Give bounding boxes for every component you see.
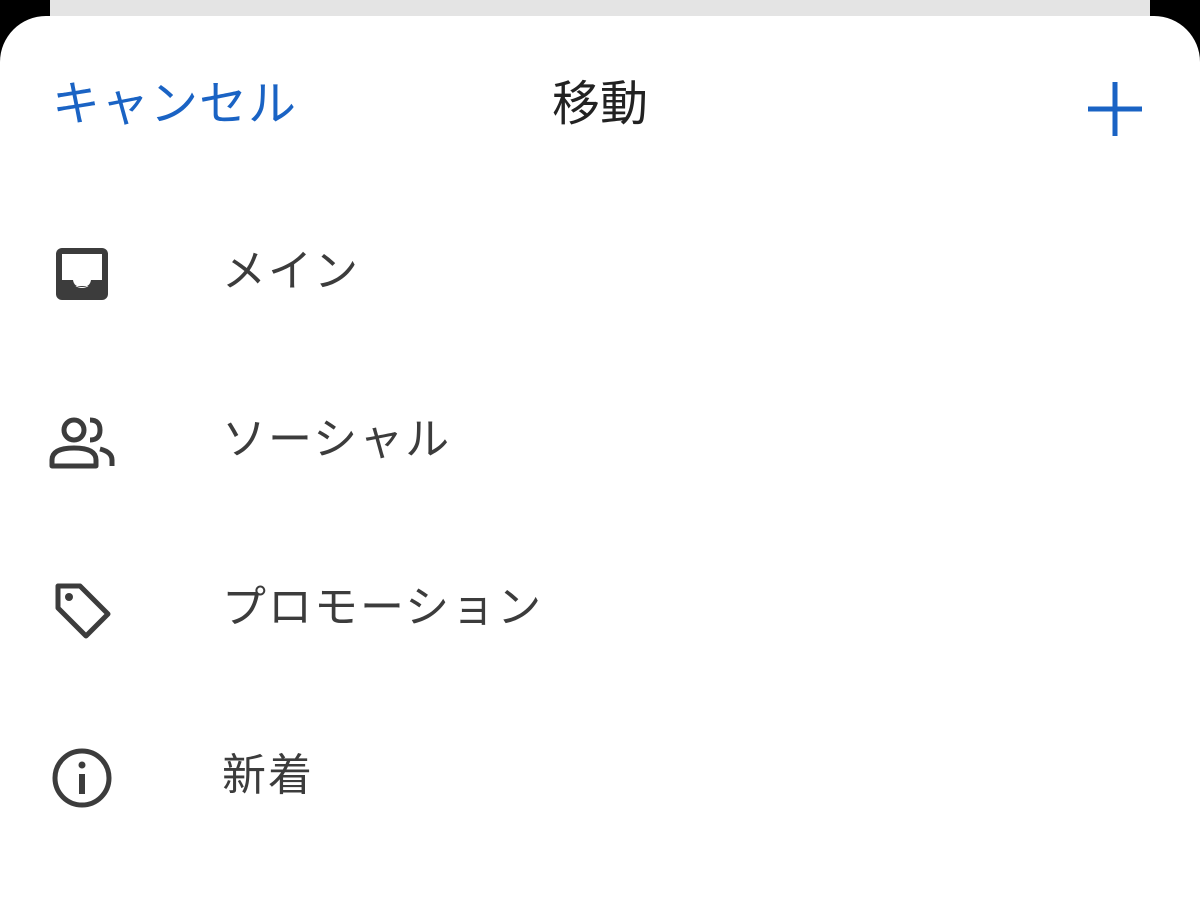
list-item-label: ソーシャル bbox=[222, 414, 452, 465]
sheet-title: 移動 bbox=[551, 76, 648, 132]
screen: キャンセル 移動 メイン ソーシャル プロモーション 新着 bbox=[0, 0, 1200, 900]
inbox-icon bbox=[44, 236, 120, 312]
sheet-header: キャンセル 移動 bbox=[0, 16, 1200, 196]
people-icon bbox=[44, 404, 120, 480]
info-icon bbox=[44, 740, 120, 816]
plus-icon bbox=[1088, 82, 1142, 136]
list-item-promotions[interactable]: プロモーション bbox=[0, 518, 1200, 686]
move-sheet: キャンセル 移動 メイン ソーシャル プロモーション 新着 bbox=[0, 16, 1200, 900]
list-item-social[interactable]: ソーシャル bbox=[0, 350, 1200, 518]
list-item-main[interactable]: メイン bbox=[0, 182, 1200, 350]
list-item-updates[interactable]: 新着 bbox=[0, 686, 1200, 854]
list-item-label: メイン bbox=[222, 246, 360, 297]
label-list: メイン ソーシャル プロモーション 新着 bbox=[0, 182, 1200, 854]
add-button[interactable] bbox=[1078, 72, 1152, 146]
list-item-label: プロモーション bbox=[222, 582, 544, 633]
list-item-label: 新着 bbox=[222, 750, 314, 801]
tag-icon bbox=[44, 572, 120, 648]
